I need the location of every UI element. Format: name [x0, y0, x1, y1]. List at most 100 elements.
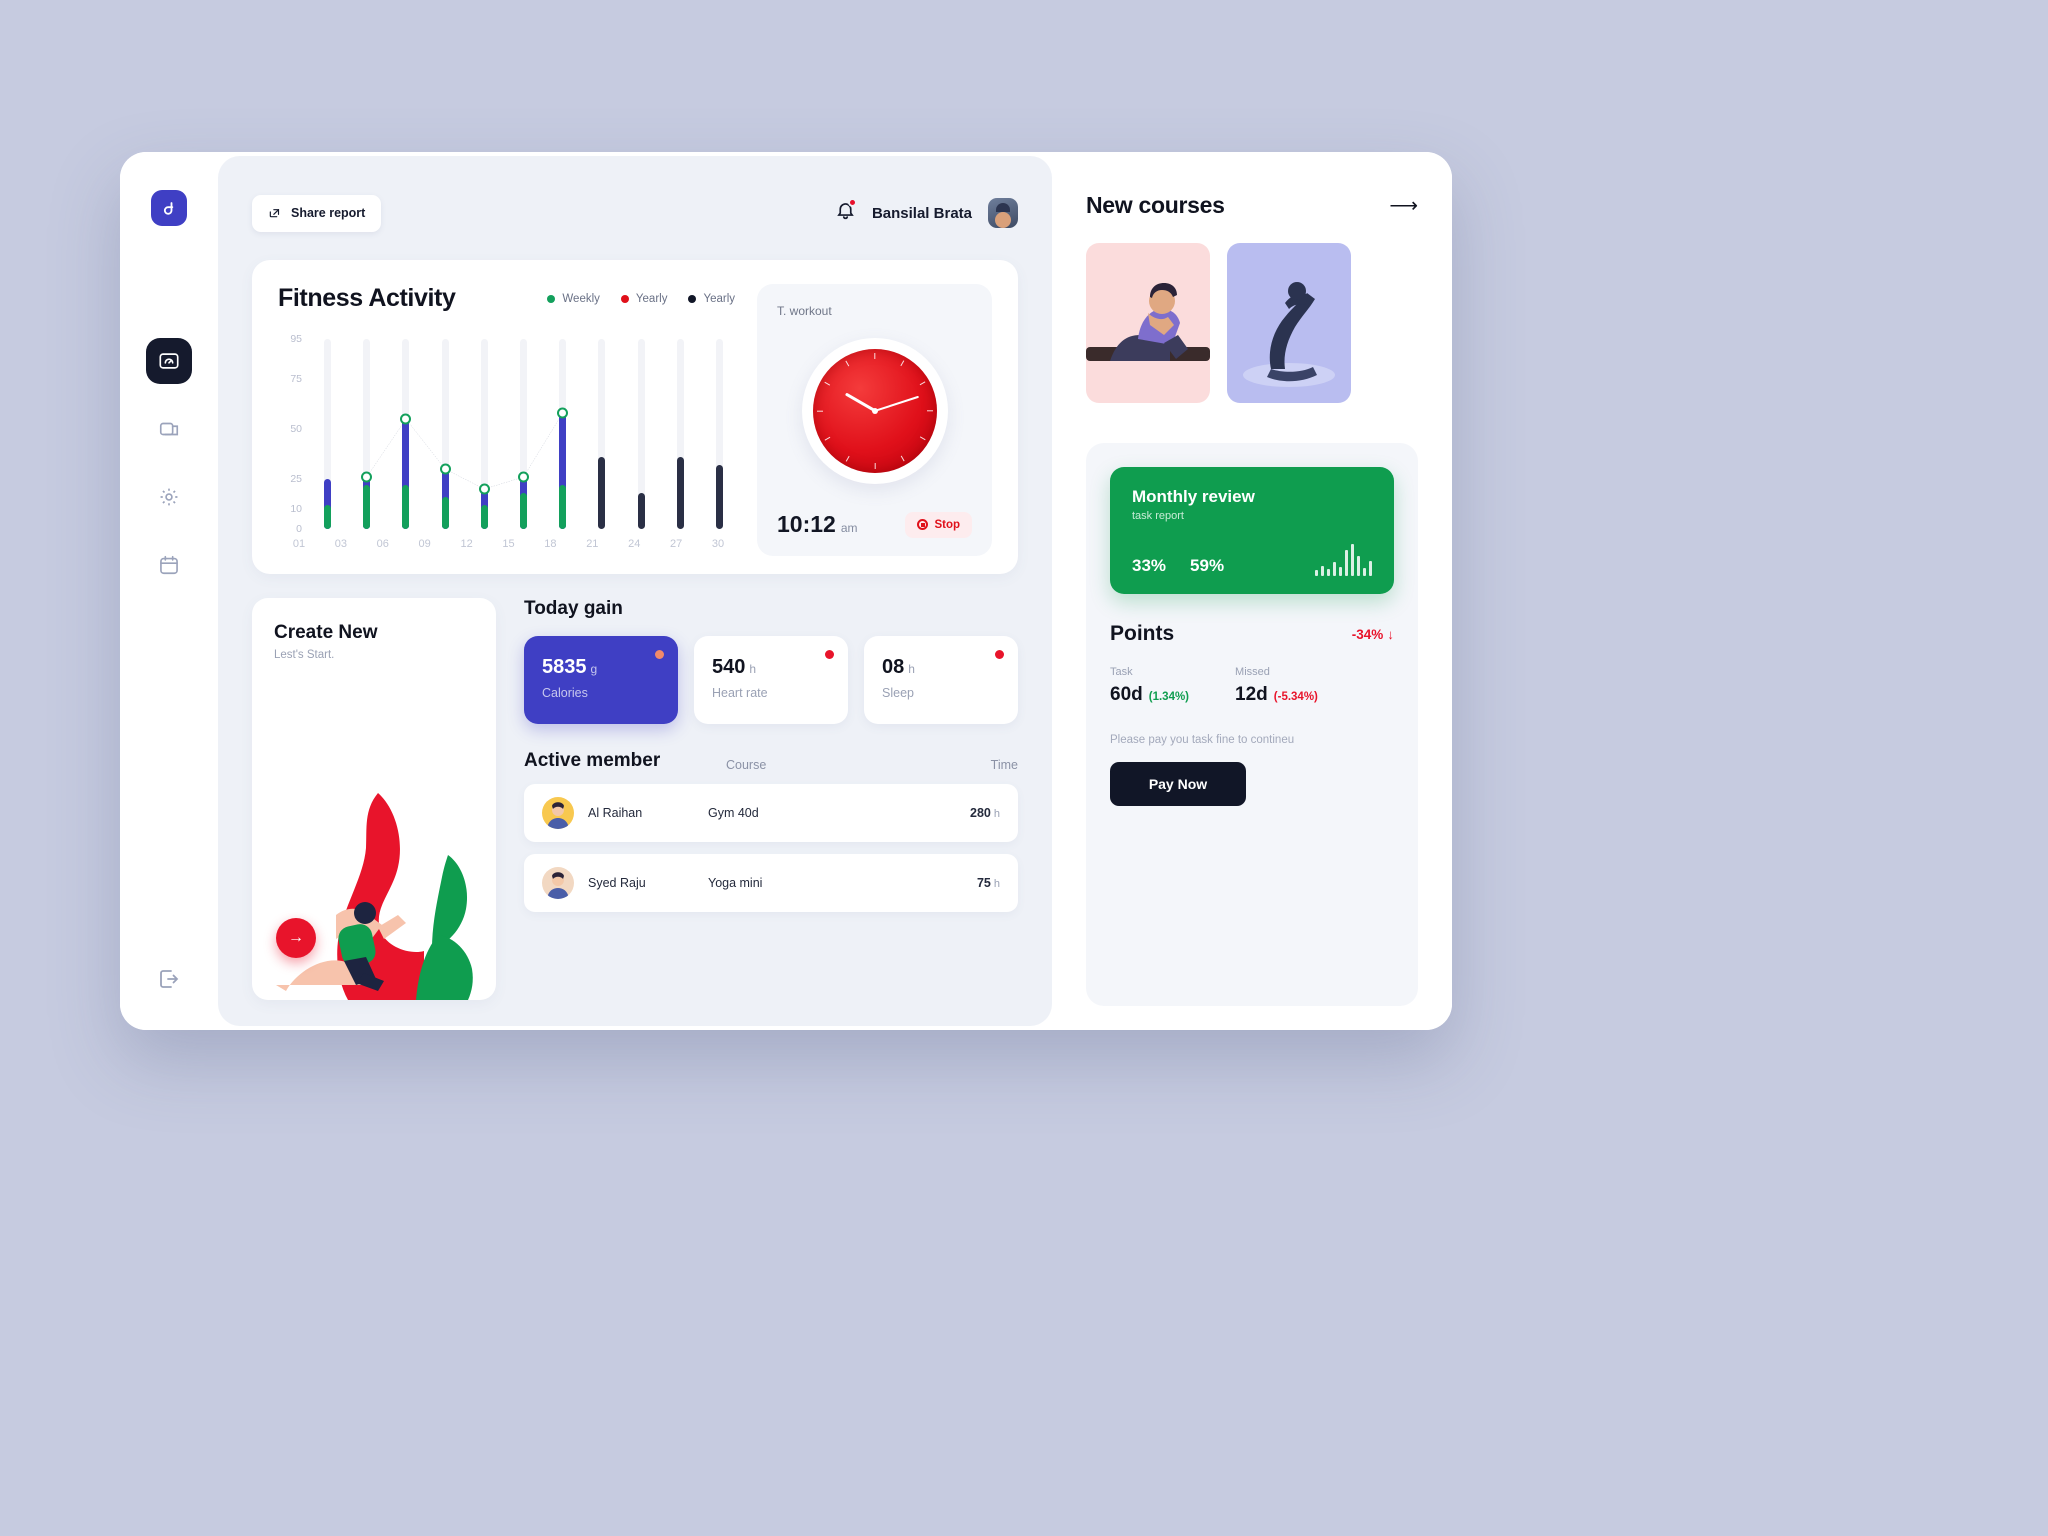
create-new-card[interactable]: Create New Lest's Start. → — [252, 598, 496, 1000]
bar-weekly[interactable] — [559, 485, 567, 529]
legend-item[interactable]: Weekly — [547, 293, 600, 305]
bar-weekly[interactable] — [480, 505, 488, 529]
analog-clock-icon — [801, 338, 948, 484]
bar-weekly[interactable] — [441, 497, 449, 529]
stop-button[interactable]: Stop — [905, 511, 972, 538]
clock-tick — [873, 463, 876, 469]
spark-bar — [1327, 569, 1330, 576]
member-time: 75 h — [976, 876, 1000, 890]
share-report-label: Share report — [291, 206, 366, 220]
clock-tick — [823, 381, 830, 386]
x-tick: 15 — [502, 538, 515, 550]
create-new-subtitle: Lest's Start. — [274, 649, 335, 661]
yoga-illustration — [1243, 282, 1335, 387]
spark-bar — [1357, 556, 1360, 576]
bar-weekly[interactable] — [324, 505, 332, 529]
points-stat-label: Missed — [1235, 666, 1270, 678]
member-name: Syed Raju — [588, 876, 646, 890]
bell-icon[interactable] — [835, 198, 857, 226]
avatar[interactable] — [988, 198, 1018, 228]
monthly-review-card[interactable]: Monthly review task report 33% 59% — [1110, 467, 1394, 594]
legend-item[interactable]: Yearly — [688, 293, 735, 305]
y-tick: 10 — [290, 503, 302, 515]
sidebar-item-settings[interactable] — [146, 474, 192, 520]
sidebar-item-dashboard[interactable] — [146, 338, 192, 384]
x-tick: 06 — [376, 538, 389, 550]
chart-bars — [308, 339, 739, 529]
clock-tick — [873, 353, 876, 359]
bar-weekly[interactable] — [363, 485, 371, 529]
x-tick: 18 — [544, 538, 557, 550]
monthly-review-title: Monthly review — [1132, 487, 1255, 506]
create-new-fab-button[interactable]: → — [276, 918, 316, 958]
x-tick: 03 — [334, 538, 347, 550]
today-gain-cards: 5835 g Calories 540 h Heart rate 08 h Sleep — [524, 636, 1018, 724]
situp-illustration — [1086, 283, 1210, 361]
arrow-right-icon[interactable]: ⟶ — [1389, 193, 1418, 218]
arrow-down-icon: ↓ — [1387, 626, 1394, 642]
chart-x-axis: 01 03 06 09 12 15 18 21 24 27 30 — [278, 538, 739, 556]
legend-label: Weekly — [562, 292, 600, 305]
points-stat-missed: Missed 12d (-5.34%) — [1235, 666, 1318, 706]
trend-marker[interactable] — [439, 463, 451, 475]
clock-tick — [899, 455, 905, 462]
gain-card[interactable]: 08 h Sleep — [864, 636, 1018, 724]
logout-icon[interactable] — [157, 967, 181, 996]
clock-tick — [844, 455, 850, 462]
trend-dashed-line — [367, 413, 563, 489]
gain-label: Sleep — [882, 686, 914, 700]
pay-now-button[interactable]: Pay Now — [1110, 762, 1246, 806]
bar-dark[interactable] — [598, 457, 606, 529]
points-title: Points — [1110, 622, 1175, 645]
spark-bar — [1363, 568, 1366, 576]
workout-time: 10:12 am — [777, 511, 858, 538]
sidebar-item-reports[interactable] — [146, 406, 192, 452]
y-tick: 95 — [290, 333, 302, 345]
trend-marker[interactable] — [400, 413, 412, 425]
gain-unit: g — [590, 662, 598, 676]
topbar: Share report Bansilal Brata — [252, 192, 1018, 234]
spark-bar — [1345, 550, 1348, 576]
bar-dark[interactable] — [676, 457, 684, 529]
clock-tick — [919, 436, 926, 441]
clock-tick — [926, 410, 933, 412]
table-row[interactable]: Syed Raju Yoga mini 75 h — [524, 854, 1018, 912]
trend-marker[interactable] — [518, 471, 529, 483]
trend-marker[interactable] — [361, 471, 373, 483]
points-delta-value: -34% — [1351, 626, 1384, 642]
share-report-button[interactable]: Share report — [252, 194, 382, 232]
trend-marker[interactable] — [478, 483, 490, 495]
new-courses-header: New courses ⟶ — [1086, 192, 1418, 219]
gain-value: 5835 g — [542, 656, 598, 678]
workout-footer: 10:12 am Stop — [777, 493, 972, 538]
app-logo[interactable] — [151, 190, 187, 226]
gain-card[interactable]: 5835 g Calories — [524, 636, 678, 724]
points-stat-value: 12d (-5.34%) — [1235, 684, 1318, 706]
course-card-yoga[interactable] — [1227, 243, 1351, 403]
monthly-review-pct-b: 59% — [1190, 556, 1225, 575]
table-row[interactable]: Al Raihan Gym 40d 280 h — [524, 784, 1018, 842]
gain-unit: h — [908, 662, 915, 676]
chart-plot-area: 0 10 25 50 75 95 — [278, 333, 739, 535]
workout-timer-card: T. workout 10:12 am Stop — [757, 284, 992, 556]
bar-dark[interactable] — [637, 493, 645, 529]
bar-weekly[interactable] — [520, 493, 527, 529]
today-gain-title: Today gain — [524, 598, 623, 619]
legend-item[interactable]: Yearly — [620, 293, 667, 305]
workout-ampm: am — [840, 521, 858, 535]
bar-dark[interactable] — [715, 465, 723, 529]
spark-bar — [1351, 544, 1354, 576]
course-card-situp[interactable] — [1086, 243, 1210, 403]
sidebar-item-calendar[interactable] — [146, 542, 192, 588]
active-member-list: Al Raihan Gym 40d 280 h Syed Raju Yoga mini 75… — [524, 772, 1018, 912]
workout-time-value: 10:12 — [777, 511, 836, 537]
gain-label: Heart rate — [712, 686, 768, 700]
gain-value: 08 h — [882, 656, 915, 678]
x-tick: 01 — [292, 538, 306, 550]
trend-marker[interactable] — [557, 407, 569, 419]
points-stats: Task 60d (1.34%) Missed 12d (-5.34%) — [1110, 666, 1394, 706]
gain-card[interactable]: 540 h Heart rate — [694, 636, 848, 724]
clock-center-pin — [871, 408, 878, 414]
avatar — [542, 797, 574, 829]
bar-weekly[interactable] — [402, 485, 410, 529]
